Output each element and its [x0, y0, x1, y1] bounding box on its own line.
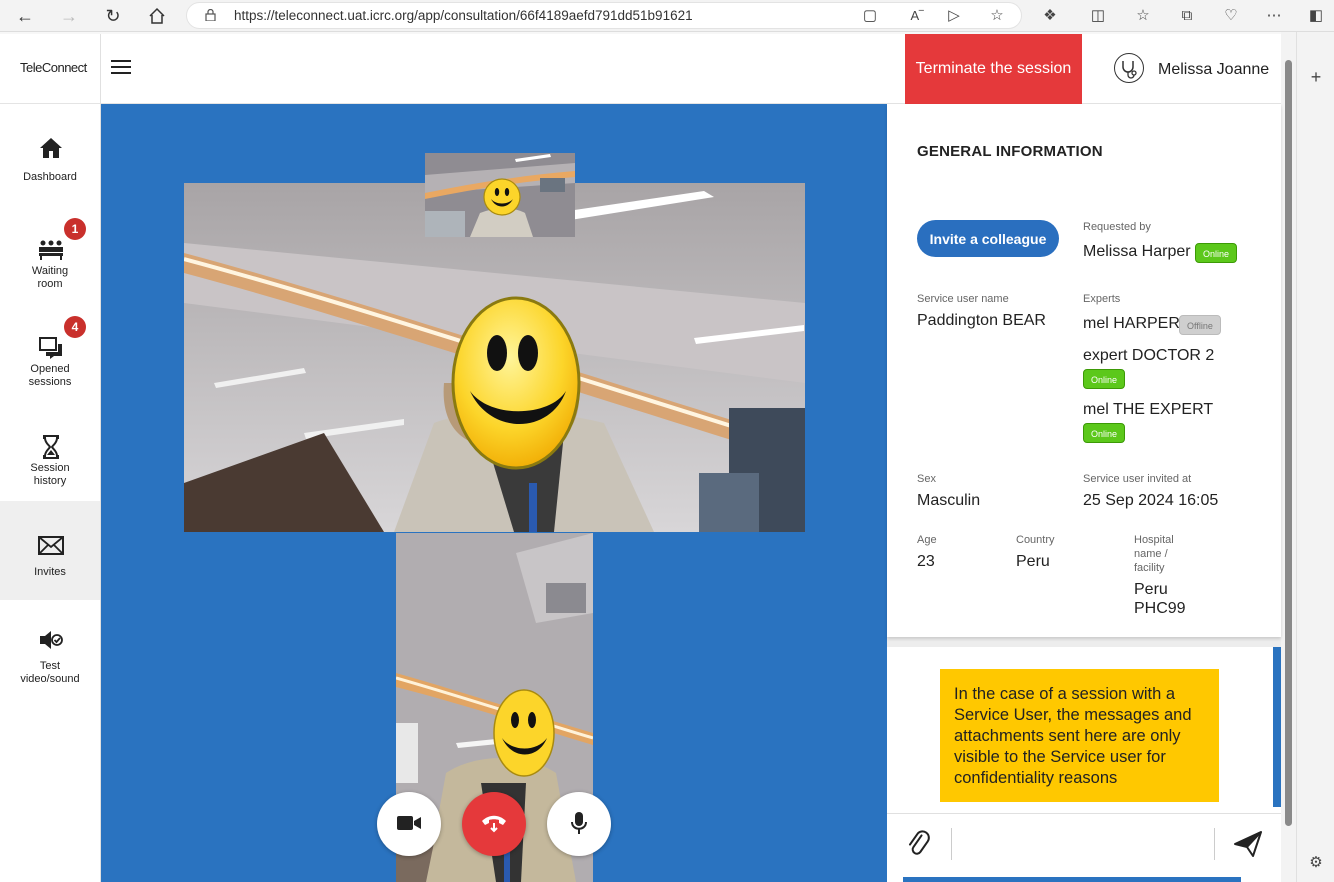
- home-browser-icon[interactable]: [145, 4, 169, 28]
- speaker-check-icon: [40, 631, 63, 649]
- toggle-camera-button[interactable]: [377, 792, 441, 856]
- expert-name: mel HARPER: [1083, 315, 1180, 332]
- microphone-icon: [571, 811, 587, 834]
- chat-input-bar: [887, 813, 1281, 873]
- collections-icon[interactable]: ⧉: [1176, 5, 1198, 27]
- sidebar-item-label: Dashboard: [23, 171, 77, 183]
- refresh-icon[interactable]: ↻: [101, 4, 125, 28]
- age-value: 23: [917, 553, 935, 570]
- sidebar-item-invites[interactable]: Invites: [0, 501, 100, 600]
- hospital-value: Peru PHC99: [1134, 581, 1186, 617]
- chat-scroll-track: [1273, 647, 1281, 807]
- smiley-mask-icon: [483, 178, 521, 216]
- avatar[interactable]: [1114, 53, 1144, 83]
- paperclip-icon[interactable]: [905, 830, 933, 858]
- confidentiality-notice: In the case of a session with a Service …: [940, 669, 1219, 802]
- video-area: [101, 104, 887, 882]
- chat-area: In the case of a session with a Service …: [887, 647, 1281, 882]
- service-user-label: Service user name: [917, 293, 1009, 305]
- sex-value: Masculin: [917, 492, 981, 509]
- waiting-room-badge: 1: [64, 218, 86, 240]
- smiley-mask-icon: [493, 689, 555, 777]
- scrollbar-thumb[interactable]: [1285, 60, 1292, 826]
- chat-icon: [39, 337, 62, 359]
- video-camera-browser-icon[interactable]: ▢: [859, 5, 881, 27]
- favorites-icon[interactable]: ☆: [1132, 5, 1154, 27]
- waiting-room-icon: [39, 240, 63, 260]
- status-badge: Offline: [1179, 315, 1221, 335]
- sidebar-item-label: Opened sessions: [28, 363, 72, 388]
- sidebar-item-label: Session history: [30, 462, 70, 487]
- url-text: https://teleconnect.uat.icrc.org/app/con…: [234, 8, 693, 23]
- requested-by-value: Melissa Harper: [1083, 243, 1191, 260]
- app-header: TeleConnect Terminate the session Meliss…: [0, 34, 1281, 104]
- video-camera-icon: [397, 815, 421, 830]
- country-value: Peru: [1016, 553, 1050, 570]
- general-information-card: GENERAL INFORMATION Invite a colleague R…: [887, 104, 1281, 637]
- more-options-icon[interactable]: ⋯: [1263, 5, 1285, 27]
- requested-by-label: Requested by: [1083, 221, 1151, 233]
- info-panel: GENERAL INFORMATION Invite a colleague R…: [887, 104, 1281, 882]
- lock-icon: [205, 9, 216, 21]
- experts-label: Experts: [1083, 293, 1121, 305]
- general-information-title: GENERAL INFORMATION: [917, 143, 1103, 160]
- send-icon[interactable]: [1233, 830, 1263, 858]
- country-label: Country: [1016, 534, 1055, 546]
- hang-up-button[interactable]: [462, 792, 526, 856]
- status-badge: Online: [1083, 423, 1126, 443]
- menu-icon[interactable]: [111, 60, 131, 76]
- favorite-star-icon[interactable]: ☆: [986, 5, 1008, 27]
- immersive-reader-icon[interactable]: ▷: [943, 5, 965, 27]
- invited-at-value: 25 Sep 2024 16:05: [1083, 492, 1219, 509]
- teleconnect-app: TeleConnect Terminate the session Meliss…: [0, 34, 1281, 882]
- settings-gear-icon[interactable]: ⚙: [1305, 852, 1327, 874]
- address-bar[interactable]: https://teleconnect.uat.icrc.org/app/con…: [186, 2, 1022, 29]
- sidebar-item-label: Invites: [34, 566, 66, 578]
- chat-message-input[interactable]: [951, 828, 1215, 860]
- app-logo[interactable]: TeleConnect: [20, 60, 87, 75]
- sidebar-item-opened-sessions[interactable]: 4 Opened sessions: [0, 311, 100, 409]
- sidebar-item-label: Waiting room: [31, 265, 69, 290]
- logo-container: TeleConnect: [0, 34, 101, 104]
- home-icon: [40, 138, 62, 158]
- smiley-mask-icon: [451, 296, 581, 470]
- browser-toolbar: ← → ↻ https://teleconnect.uat.icrc.org/a…: [0, 0, 1334, 32]
- add-icon[interactable]: +: [1305, 66, 1327, 88]
- age-label: Age: [917, 534, 937, 546]
- sidebar: Dashboard 1 Waiting room 4 Opened sessions: [0, 104, 101, 882]
- envelope-icon: [38, 536, 64, 555]
- self-preview-video: [425, 153, 575, 237]
- page-scrollbar[interactable]: [1281, 32, 1296, 882]
- sex-label: Sex: [917, 473, 936, 485]
- sidebar-toggle-icon[interactable]: ◧: [1305, 5, 1327, 27]
- sidebar-item-dashboard[interactable]: Dashboard: [0, 114, 100, 212]
- phone-hangup-icon: [482, 815, 506, 832]
- sidebar-item-waiting-room[interactable]: 1 Waiting room: [0, 212, 100, 310]
- expert-name: expert DOCTOR 2: [1083, 347, 1215, 364]
- invited-at-label: Service user invited at: [1083, 473, 1192, 485]
- extensions-icon[interactable]: ❖: [1039, 5, 1061, 27]
- sidebar-item-label: Test video/sound: [20, 660, 80, 685]
- user-name[interactable]: Melissa Joanne: [1158, 61, 1269, 79]
- terminate-session-button[interactable]: Terminate the session: [905, 34, 1082, 104]
- service-user-value: Paddington BEAR: [917, 312, 1046, 329]
- hospital-label: Hospital name / facility: [1134, 534, 1174, 574]
- forward-arrow-icon[interactable]: →: [57, 4, 81, 28]
- invite-colleague-button[interactable]: Invite a colleague: [917, 220, 1059, 257]
- expert-name: mel THE EXPERT: [1083, 401, 1214, 418]
- edge-sidebar: + ⚙: [1296, 32, 1334, 882]
- split-screen-icon[interactable]: ◫: [1087, 5, 1109, 27]
- chat-bottom-strip: [903, 877, 1241, 882]
- status-badge: Online: [1195, 243, 1238, 263]
- status-badge: Online: [1083, 369, 1126, 389]
- back-arrow-icon[interactable]: ←: [13, 4, 37, 28]
- opened-sessions-badge: 4: [64, 316, 86, 338]
- hourglass-icon: [43, 435, 59, 459]
- toggle-microphone-button[interactable]: [547, 792, 611, 856]
- sidebar-item-test-video-sound[interactable]: Test video/sound: [0, 610, 100, 708]
- browser-essentials-icon[interactable]: ♡: [1220, 5, 1242, 27]
- sidebar-item-session-history[interactable]: Session history: [0, 410, 100, 508]
- read-aloud-icon[interactable]: A‾: [906, 5, 928, 27]
